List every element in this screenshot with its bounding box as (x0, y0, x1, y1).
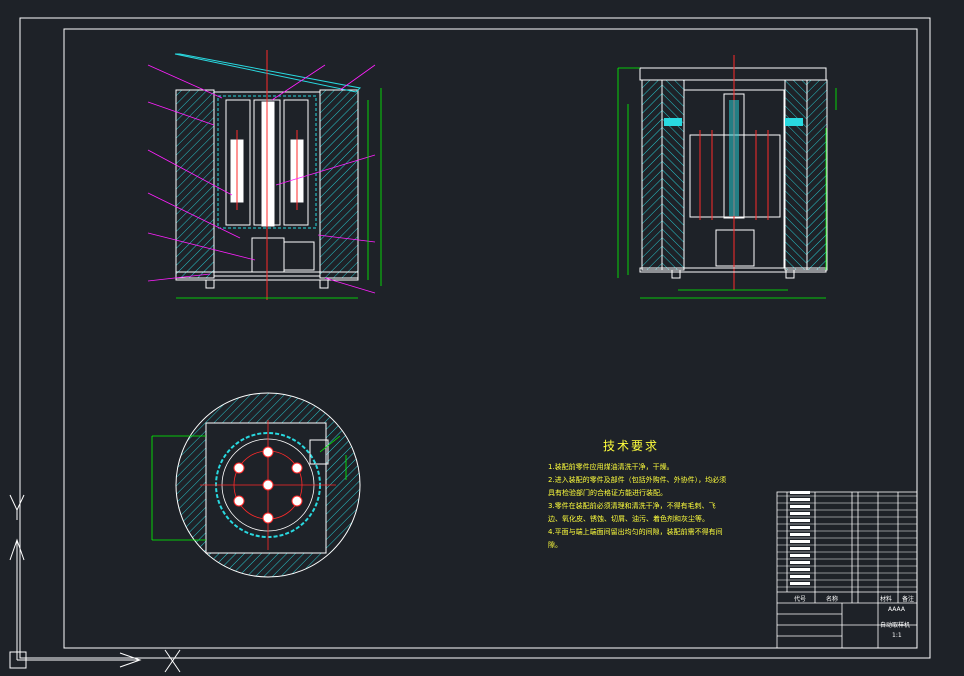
side-section-view (617, 55, 837, 299)
front-section-view (147, 50, 382, 300)
title-block-row-text-mark (790, 547, 810, 550)
title-block-row-text-mark (790, 498, 810, 501)
title-block-row-text-mark (790, 519, 810, 522)
title-block-row-text-mark (790, 526, 810, 529)
title-block-row-text-mark (790, 540, 810, 543)
title-block-row-text-mark (790, 561, 810, 564)
title-block-row-text-mark (790, 533, 810, 536)
requirement-item-1: 1.装配前零件应用煤油清洗干净，干燥。 (548, 463, 674, 471)
title-block-row-text-mark (790, 568, 810, 571)
title-block-row-text-mark (790, 575, 810, 578)
title-block-label-note: 备注 (902, 596, 915, 603)
requirement-item-4: 4.平面与端上端面间留出均匀的间隙，装配前需不得有间隙。 (548, 528, 723, 549)
title-block-scale: 1:1 (892, 632, 902, 639)
ucs-icon[interactable] (9, 494, 181, 673)
title-block-label-code: 代号 (794, 596, 807, 603)
title-block-code: AAAA (888, 606, 905, 613)
requirement-item-2: 2.进入装配的零件及部件（包括外购件、外协件），均必须具有检验部门的合格证方能进… (548, 476, 727, 497)
title-block-rows (777, 491, 917, 588)
title-block-drawing-name: 自动取样机 (880, 622, 911, 629)
title-block-row-text-mark (790, 582, 810, 585)
requirement-item-3: 3.零件在装配前必须清理和清洗干净，不得有毛刺、飞边、氧化皮、锈蚀、切屑、油污、… (548, 502, 716, 523)
title-block-row-text-mark (790, 554, 810, 557)
cad-drawing-canvas[interactable] (0, 0, 964, 676)
top-section-view (151, 392, 361, 578)
title-block-row-text-mark (790, 505, 810, 508)
technical-requirements: 技术要求 1.装配前零件应用煤油清洗干净，干燥。 2.进入装配的零件及部件（包括… (548, 440, 728, 552)
title-block-row-text-mark (790, 512, 810, 515)
title-block-row-text-mark (790, 491, 810, 494)
title-block-label-name: 名称 (826, 596, 839, 603)
title-block-label-material: 材料 (880, 596, 893, 603)
technical-requirements-title: 技术要求 (603, 439, 660, 453)
